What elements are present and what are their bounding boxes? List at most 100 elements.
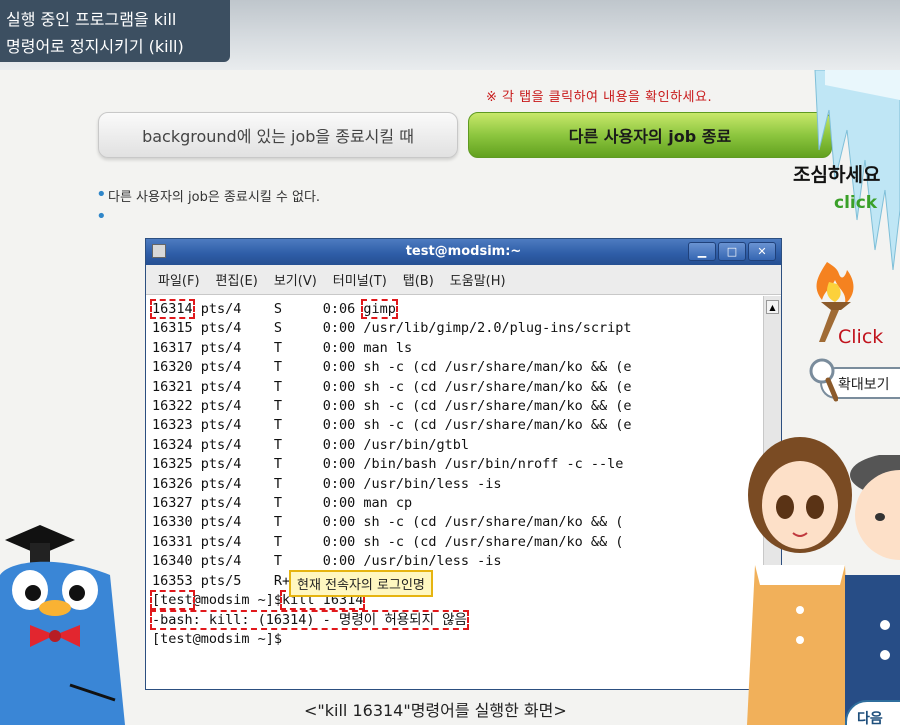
terminal-window: test@modsim:~ ▁ □ ✕ 파일(F) 편집(E) 보기(V) 터미… bbox=[145, 238, 782, 690]
prompt-user: [test bbox=[150, 590, 195, 611]
process-stat: T bbox=[273, 436, 323, 453]
process-row: 16314 pts/4 S 0:06 gimp bbox=[150, 299, 763, 319]
process-tty: pts/4 bbox=[192, 514, 274, 531]
bullet-item: • bbox=[96, 206, 320, 228]
window-titlebar[interactable]: test@modsim:~ ▁ □ ✕ bbox=[146, 239, 781, 265]
process-time: 0:00 bbox=[322, 359, 364, 376]
process-stat: S bbox=[273, 320, 323, 337]
process-time: 0:00 bbox=[322, 495, 364, 512]
process-time: 0:00 bbox=[322, 475, 364, 492]
process-stat: T bbox=[273, 417, 323, 434]
process-row: 16322 pts/4 T 0:00 sh -c (cd /usr/share/… bbox=[152, 397, 763, 416]
menu-file[interactable]: 파일(F) bbox=[158, 270, 200, 289]
tab-other-user-job[interactable]: 다른 사용자의 job 종료 bbox=[468, 112, 832, 158]
process-time: 0:00 bbox=[322, 398, 364, 415]
process-pid: 16326 bbox=[152, 475, 193, 492]
magnifier-icon[interactable] bbox=[808, 357, 838, 402]
process-row: 16315 pts/4 S 0:00 /usr/lib/gimp/2.0/plu… bbox=[152, 319, 763, 338]
process-pid: 16325 bbox=[152, 456, 193, 473]
bullet-dot-icon: • bbox=[96, 184, 107, 205]
process-pid: 16321 bbox=[152, 378, 193, 395]
girl-character-icon bbox=[747, 437, 853, 725]
process-tty: pts/4 bbox=[192, 436, 274, 453]
scroll-up-icon[interactable]: ▲ bbox=[766, 300, 779, 314]
prompt-line: [test@modsim ~]$ bbox=[152, 630, 763, 649]
process-tty: pts/4 bbox=[192, 456, 274, 473]
tab-background-job[interactable]: background에 있는 job을 종료시킬 때 bbox=[98, 112, 458, 158]
process-pid: 16330 bbox=[152, 514, 193, 531]
process-pid: 16340 bbox=[152, 553, 193, 570]
process-row: 16317 pts/4 T 0:00 man ls bbox=[152, 339, 763, 358]
process-pid: 16320 bbox=[152, 359, 193, 376]
process-pid: 16314 bbox=[150, 299, 195, 319]
process-cmd: /bin/bash /usr/bin/nroff -c --le bbox=[363, 456, 624, 473]
process-cmd: /usr/bin/less -is bbox=[363, 553, 502, 570]
menu-tabs[interactable]: 탭(B) bbox=[403, 270, 434, 289]
process-row: 16326 pts/4 T 0:00 /usr/bin/less -is bbox=[152, 475, 763, 494]
process-time: 0:00 bbox=[322, 339, 364, 356]
penguin-mascot-icon bbox=[0, 525, 125, 725]
process-pid: 16353 bbox=[152, 572, 193, 589]
process-row: 16327 pts/4 T 0:00 man cp bbox=[152, 494, 763, 513]
process-row: 16324 pts/4 T 0:00 /usr/bin/gtbl bbox=[152, 436, 763, 455]
process-stat: T bbox=[273, 456, 323, 473]
process-time: 0:00 bbox=[322, 533, 364, 550]
kill-command-line: [test@modsim ~]$kill 16314 bbox=[150, 590, 763, 611]
process-stat: T bbox=[273, 398, 323, 415]
process-cmd: sh -c (cd /usr/share/man/ko && (e bbox=[363, 398, 632, 415]
window-controls: ▁ □ ✕ bbox=[688, 242, 776, 261]
process-stat: T bbox=[273, 475, 323, 492]
process-row: 16340 pts/4 T 0:00 /usr/bin/less -is bbox=[152, 552, 763, 571]
prompt-text: [test@modsim ~]$ bbox=[152, 630, 283, 647]
process-tty: pts/4 bbox=[192, 495, 274, 512]
menu-edit[interactable]: 편집(E) bbox=[216, 270, 258, 289]
process-time: 0:00 bbox=[322, 456, 364, 473]
process-tty: pts/4 bbox=[192, 553, 274, 570]
process-cmd: /usr/bin/gtbl bbox=[363, 436, 470, 453]
error-line: -bash: kill: (16314) - 명령이 허용되지 않음 bbox=[150, 609, 763, 630]
process-cmd: /usr/bin/less -is bbox=[363, 475, 502, 492]
caution-label[interactable]: 조심하세요 bbox=[793, 160, 900, 187]
menu-terminal[interactable]: 터미널(T) bbox=[333, 270, 387, 289]
process-time: 0:06 bbox=[322, 301, 364, 317]
process-pid: 16331 bbox=[152, 533, 193, 550]
process-stat: T bbox=[273, 378, 323, 395]
process-pid: 16327 bbox=[152, 495, 193, 512]
torch-click-label[interactable]: Click bbox=[838, 326, 883, 348]
window-title: test@modsim:~ bbox=[405, 244, 522, 259]
process-tty: pts/4 bbox=[192, 359, 274, 376]
process-pid: 16322 bbox=[152, 398, 193, 415]
process-row: 16321 pts/4 T 0:00 sh -c (cd /usr/share/… bbox=[152, 378, 763, 397]
close-icon[interactable]: ✕ bbox=[748, 242, 776, 261]
bullet-text: 다른 사용자의 job은 종료시킬 수 없다. bbox=[108, 189, 321, 205]
figure-caption: <"kill 16314"명령어를 실행한 화면> bbox=[304, 701, 567, 720]
process-row: 16331 pts/4 T 0:00 sh -c (cd /usr/share/… bbox=[152, 533, 763, 552]
process-cmd: sh -c (cd /usr/share/man/ko && ( bbox=[363, 514, 624, 531]
next-button[interactable]: 다음 bbox=[845, 700, 900, 725]
minimize-icon[interactable]: ▁ bbox=[688, 242, 716, 261]
menu-help[interactable]: 도움말(H) bbox=[450, 270, 506, 289]
process-tty: pts/4 bbox=[192, 475, 274, 492]
bullet-item: • 다른 사용자의 job은 종료시킬 수 없다. bbox=[96, 184, 320, 206]
header-banner: 실행 중인 프로그램을 kill 명령어로 정지시키기 (kill) bbox=[0, 0, 900, 70]
maximize-icon[interactable]: □ bbox=[718, 242, 746, 261]
menu-view[interactable]: 보기(V) bbox=[274, 270, 317, 289]
process-cmd: man ls bbox=[363, 339, 413, 356]
man-character-icon bbox=[845, 455, 900, 725]
process-tty: pts/4 bbox=[192, 378, 274, 395]
process-row: 16323 pts/4 T 0:00 sh -c (cd /usr/share/… bbox=[152, 416, 763, 435]
process-cmd: sh -c (cd /usr/share/man/ko && (e bbox=[363, 378, 632, 395]
process-cmd: /usr/lib/gimp/2.0/plug-ins/script bbox=[363, 320, 632, 337]
error-message: -bash: kill: (16314) - 명령이 허용되지 않음 bbox=[150, 609, 469, 630]
caution-click-label[interactable]: click bbox=[834, 193, 877, 213]
process-stat: T bbox=[273, 514, 323, 531]
process-stat: T bbox=[273, 495, 323, 512]
process-cmd: sh -c (cd /usr/share/man/ko && (e bbox=[363, 417, 632, 434]
process-tty: pts/5 bbox=[192, 572, 274, 589]
process-stat: S bbox=[273, 301, 323, 317]
terminal-output[interactable]: 16314 pts/4 S 0:06 gimp 16315 pts/4 S 0:0… bbox=[146, 296, 763, 689]
process-time: 0:00 bbox=[322, 417, 364, 434]
process-stat: T bbox=[273, 553, 323, 570]
process-tty: pts/4 bbox=[192, 533, 274, 550]
process-tty: pts/4 bbox=[192, 320, 274, 337]
